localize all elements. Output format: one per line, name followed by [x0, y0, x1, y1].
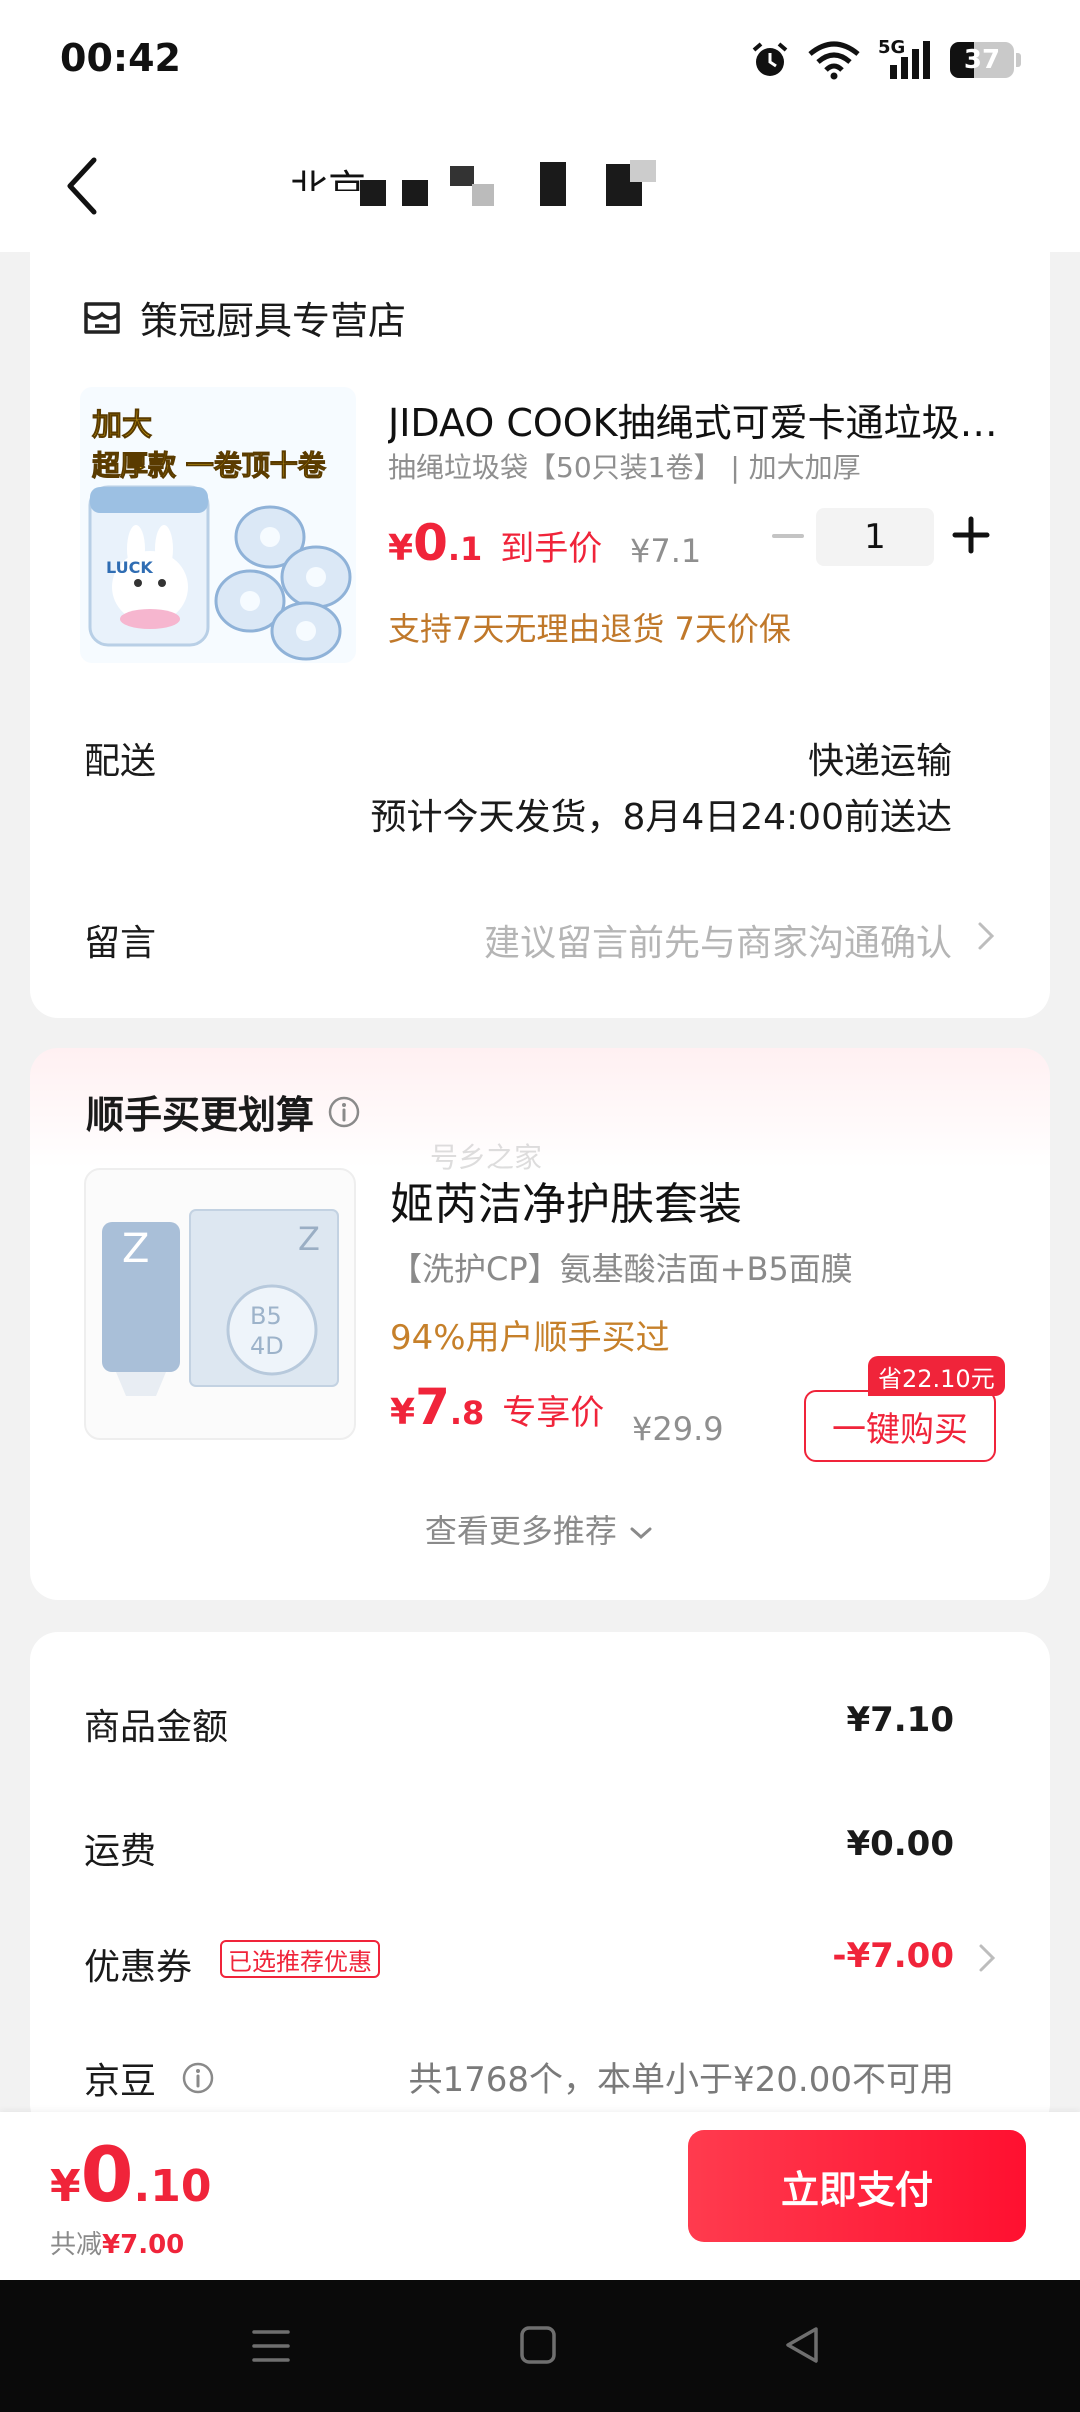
recommend-card: 顺手买更划算 号乡之家 Z Z B5 4D 姬芮洁净护肤套装 【洗护CP】氨基酸…	[30, 1048, 1050, 1600]
total-currency: ¥	[50, 2161, 81, 2212]
price-decimal: .1	[447, 530, 483, 568]
price-currency: ¥	[390, 1392, 416, 1433]
image-text-1: 加大	[92, 408, 152, 443]
goods-amount-value: ¥7.10	[846, 1700, 954, 1740]
recommend-price: ¥ 7 .8 专享价	[390, 1378, 604, 1436]
jd-bean-desc: 共1768个，本单小于¥20.00不可用	[408, 2060, 955, 2100]
store-row[interactable]: 策冠厨具专营店	[82, 290, 406, 345]
chevron-down-icon	[630, 1527, 652, 1540]
delivery-method[interactable]: 快递运输	[808, 732, 952, 784]
page-header: 北京	[0, 118, 1080, 252]
product-title[interactable]: JIDAO COOK抽绳式可爱卡通垃圾…	[388, 392, 1028, 447]
shipping-value: ¥0.00	[846, 1824, 954, 1864]
summary-card: 商品金额 ¥7.10 运费 ¥0.00 优惠券 已选推荐优惠 -¥7.00 京豆…	[30, 1632, 1050, 2132]
price-currency: ¥	[388, 528, 414, 569]
product-image[interactable]: 加大 超厚款 一卷顶十卷 LUCK	[80, 387, 356, 663]
info-icon[interactable]	[180, 2060, 216, 2096]
total-discount-prefix: 共减	[50, 2230, 103, 2260]
recommend-bought-pct: 94%用户顺手买过	[390, 1318, 670, 1358]
menu-icon[interactable]	[250, 2326, 292, 2366]
back-icon[interactable]	[782, 2324, 824, 2366]
service-tip: 支持7天无理由退货 7天价保	[388, 610, 791, 648]
price-integer: 0	[413, 514, 448, 572]
system-nav-bar	[0, 2280, 1080, 2412]
recommend-image[interactable]: Z Z B5 4D	[84, 1168, 356, 1440]
save-badge: 省22.10元	[868, 1356, 1005, 1396]
delivery-eta: 预计今天发货，8月4日24:00前送达	[370, 797, 952, 838]
minus-icon[interactable]	[760, 508, 816, 564]
svg-text:Z: Z	[122, 1226, 149, 1272]
total-discount: 共减¥7.00	[50, 2224, 184, 2261]
price-tag: 到手价	[500, 529, 603, 569]
recommend-desc: 【洗护CP】氨基酸洁面+B5面膜	[390, 1250, 853, 1288]
image-text-3: LUCK	[106, 558, 153, 577]
back-arrow-icon[interactable]	[56, 146, 116, 226]
price-integer: 7	[415, 1378, 450, 1436]
quantity-input[interactable]: 1	[816, 508, 934, 566]
chevron-right-icon[interactable]	[974, 916, 998, 956]
store-icon	[84, 301, 120, 334]
signal-icon: 5G	[878, 37, 932, 81]
coupon-label: 优惠券	[84, 1947, 193, 1988]
recommend-name[interactable]: 姬芮洁净护肤套装	[390, 1168, 742, 1232]
wifi-icon	[808, 41, 860, 80]
recommend-header: 顺手买更划算	[86, 1084, 362, 1139]
price-decimal: .8	[449, 1394, 485, 1432]
status-bar: 00:42 5G 37	[0, 0, 1080, 118]
address-redacted: 北京	[290, 158, 670, 218]
total-integer: 0	[80, 2130, 134, 2219]
store-name: 策冠厨具专营店	[140, 299, 407, 343]
order-card: 策冠厨具专营店 加大 超厚款 一卷顶十卷 LUCK JIDAO COOK抽绳式可…	[30, 252, 1050, 1018]
product-spec[interactable]: 抽绳垃圾袋【50只装1卷】 | 加大加厚	[388, 446, 861, 486]
recommend-title: 顺手买更划算	[86, 1093, 315, 1137]
message-label: 留言	[84, 923, 157, 964]
original-price: ¥7.1	[630, 532, 702, 570]
pay-bar: ¥ 0 .10 共减¥7.00 立即支付	[0, 2112, 1080, 2280]
pay-now-button[interactable]: 立即支付	[688, 2130, 1026, 2242]
coupon-value[interactable]: -¥7.00	[832, 1936, 954, 1976]
svg-text:4D: 4D	[250, 1332, 284, 1360]
alarm-icon	[752, 42, 788, 76]
total-discount-value: ¥7.00	[102, 2230, 185, 2260]
plus-icon[interactable]	[942, 506, 1000, 564]
image-text-2: 超厚款 一卷顶十卷	[92, 449, 327, 482]
recommend-original-price: ¥29.9	[632, 1410, 724, 1448]
battery-icon: 37	[950, 42, 1021, 78]
jd-bean-label: 京豆	[84, 2061, 157, 2102]
coupon-tag: 已选推荐优惠	[220, 1940, 380, 1978]
svg-text:Z: Z	[298, 1220, 320, 1258]
info-icon[interactable]	[326, 1094, 362, 1130]
battery-level: 37	[963, 45, 1001, 75]
address-city: 北京	[290, 167, 367, 211]
shipping-label: 运费	[84, 1831, 157, 1872]
product-price: ¥ 0 .1 到手价	[388, 514, 602, 572]
status-icons: 5G 37	[750, 36, 1021, 84]
chevron-right-icon[interactable]	[976, 1938, 998, 1978]
svg-text:B5: B5	[250, 1302, 282, 1330]
see-more-link[interactable]: 查看更多推荐	[30, 1506, 1050, 1552]
quick-buy-button[interactable]: 一键购买	[804, 1390, 996, 1462]
message-input[interactable]: 建议留言前先与商家沟通确认	[484, 914, 952, 966]
total-price: ¥ 0 .10	[50, 2130, 211, 2219]
goods-amount-label: 商品金额	[84, 1707, 229, 1748]
home-icon[interactable]	[518, 2324, 558, 2366]
see-more-label: 查看更多推荐	[424, 1512, 617, 1550]
status-time: 00:42	[60, 36, 181, 80]
total-decimal: .10	[133, 2161, 212, 2212]
delivery-label: 配送	[84, 741, 157, 782]
price-tag: 专享价	[502, 1393, 605, 1433]
